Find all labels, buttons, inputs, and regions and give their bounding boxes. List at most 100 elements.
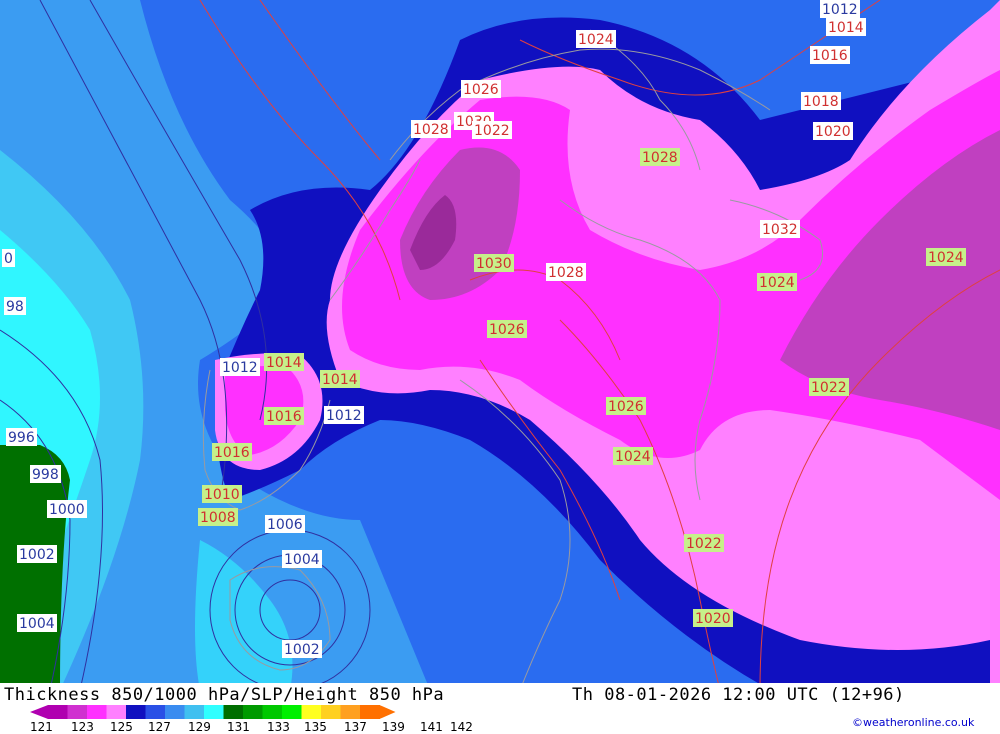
isobar-label-text: 1012 (222, 360, 258, 376)
isobar-label: 1016 (212, 443, 252, 461)
colorbar-tick-label: 125 (110, 720, 133, 734)
isobar-label-text: 1022 (474, 123, 510, 139)
colorbar-segment (106, 705, 127, 719)
colorbar-segment (184, 705, 205, 719)
colorbar-tick-label: 142 (450, 720, 473, 734)
isobar-label: 1028 (640, 148, 680, 166)
colorbar-max-arrow (379, 705, 396, 719)
isobar-label: 1014 (264, 353, 304, 371)
isobar-label: 1020 (693, 609, 733, 627)
isobar-label-text: 1018 (803, 94, 839, 110)
isobar-label-text: 996 (8, 430, 35, 446)
isobar-label: 1022 (809, 378, 849, 396)
colorbar-segment (126, 705, 146, 719)
credit-text[interactable]: ©weatheronline.co.uk (852, 716, 974, 729)
isobar-label-text: 1028 (642, 150, 678, 166)
colorbar-tick-label: 141 (420, 720, 443, 734)
isobar-label-text: 1004 (19, 616, 55, 632)
valid-time: Th 08-01-2026 12:00 UTC (12+96) (572, 685, 905, 705)
isobar-label-text: 1020 (695, 611, 731, 627)
isobar-label-text: 1002 (284, 642, 320, 658)
map-title: Thickness 850/1000 hPa/SLP/Height 850 hP… (4, 685, 445, 705)
colorbar-segment (301, 705, 322, 719)
isobar-label: 1002 (17, 545, 57, 563)
isobar-label: 1008 (198, 508, 238, 526)
isobar-label-text: 998 (32, 467, 59, 483)
isobar-label: 1022 (684, 534, 724, 552)
isobar-label: 1026 (606, 397, 646, 415)
weather-map: 1012 1014 1016 1018 1020 1024 1026 1028 1032 1030… (0, 0, 1000, 690)
isobar-label: 1024 (757, 273, 797, 291)
isobar-label: 1032 (760, 220, 800, 238)
colorbar-segment (67, 705, 88, 719)
colorbar-segment (360, 705, 380, 719)
isobar-label: 1026 (461, 80, 501, 98)
isobar-label: 1016 (810, 46, 850, 64)
colorbar-min-arrow (30, 705, 48, 719)
isobar-label-text: 1016 (266, 409, 302, 425)
colorbar-segment (340, 705, 361, 719)
isobar-label: 1014 (320, 370, 360, 388)
isobar-label: 98 (4, 297, 26, 315)
isobar-label: 998 (30, 465, 61, 483)
isobar-label-text: 1022 (811, 380, 847, 396)
isobar-label: 1024 (576, 30, 616, 48)
isobar-label: 1024 (926, 248, 966, 266)
colorbar-tick-label: 121 (30, 720, 53, 734)
isobar-label-text: 1030 (476, 256, 512, 272)
isobar-label-text: 1024 (759, 275, 795, 291)
isobar-label: 1012 (820, 0, 860, 18)
isobar-label: 1016 (264, 407, 304, 425)
isobar-label-text: 1024 (928, 250, 964, 266)
isobar-label: 1020 (813, 122, 853, 140)
isobar-label: 1024 (613, 447, 653, 465)
isobar-label: 1002 (282, 640, 322, 658)
isobar-label-text: 1004 (284, 552, 320, 568)
isobar-label-text: 1014 (322, 372, 358, 388)
colorbar-segment (321, 705, 341, 719)
colorbar-tick-label: 139 (382, 720, 405, 734)
colorbar-segment (243, 705, 263, 719)
isobar-label-text: 1022 (686, 536, 722, 552)
isobar-label: 1006 (265, 515, 305, 533)
isobar-label: 1000 (47, 500, 87, 518)
isobar-label-text: 1006 (267, 517, 303, 533)
colorbar-tick-label: 127 (148, 720, 171, 734)
colorbar-tick-label: 123 (71, 720, 94, 734)
isobar-label: 1028 (411, 120, 451, 138)
isobar-label: 1018 (801, 92, 841, 110)
colorbar (30, 705, 396, 719)
isobar-label-text: 1012 (326, 408, 362, 424)
colorbar-segment (145, 705, 166, 719)
isobar-label-text: 1024 (615, 449, 651, 465)
colorbar-ticks: 121 123 125 127 129 131 133 135 137 139 141 142 (30, 720, 500, 734)
isobar-label-text: 1032 (762, 222, 798, 238)
colorbar-segment (165, 705, 185, 719)
isobar-label: 1014 (826, 18, 866, 36)
isobar-label-text: 1026 (608, 399, 644, 415)
isobar-label-text: 1014 (266, 355, 302, 371)
isobar-label: 1012 (220, 358, 260, 376)
isobar-label: 1030 (474, 254, 514, 272)
colorbar-segment (87, 705, 107, 719)
colorbar-segment (262, 705, 283, 719)
colorbar-tick-label: 133 (267, 720, 290, 734)
isobar-label: 1004 (282, 550, 322, 568)
isobar-label: 1012 (324, 406, 364, 424)
colorbar-segment (223, 705, 244, 719)
isobar-label: 1026 (487, 320, 527, 338)
isobar-label-text: 1016 (214, 445, 250, 461)
isobar-label: 1022 (472, 121, 512, 139)
isobar-label: 1004 (17, 614, 57, 632)
isobar-label-text: 1000 (49, 502, 85, 518)
isobar-label-text: 1020 (815, 124, 851, 140)
isobar-label-text: 1026 (463, 82, 499, 98)
isobar-label-text: 1014 (828, 20, 864, 36)
colorbar-segment (282, 705, 302, 719)
isobar-label-text: 0 (4, 251, 13, 267)
isobar-label-text: 1024 (578, 32, 614, 48)
isobar-label-text: 1008 (200, 510, 236, 526)
colorbar-tick-label: 131 (227, 720, 250, 734)
isobar-label-text: 1028 (548, 265, 584, 281)
isobar-label-text: 98 (6, 299, 24, 315)
